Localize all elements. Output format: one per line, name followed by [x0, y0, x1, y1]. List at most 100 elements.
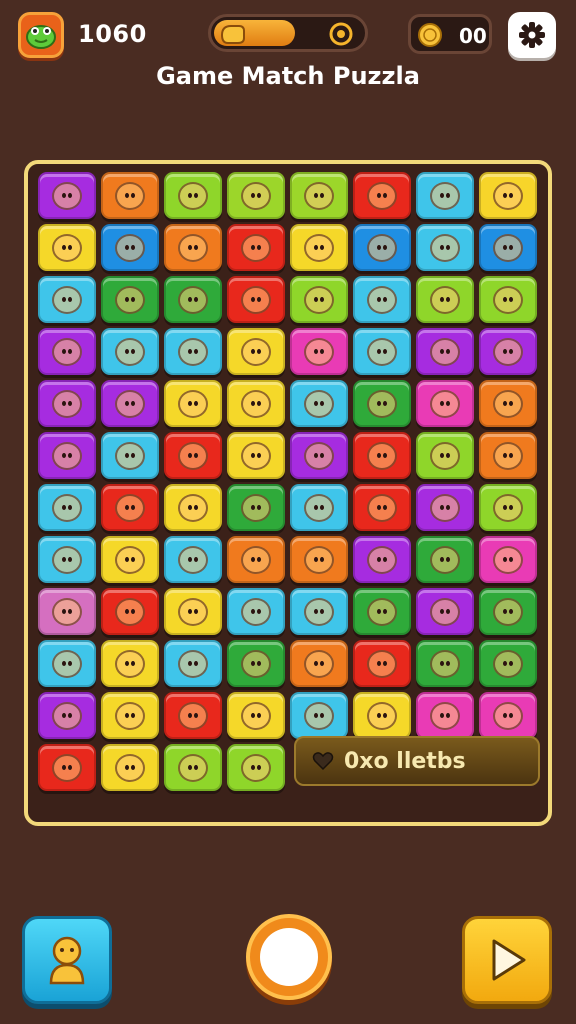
- tile-face-icon: [304, 389, 334, 418]
- game-tile[interactable]: [227, 640, 285, 687]
- game-tile[interactable]: [479, 380, 537, 427]
- game-tile[interactable]: [290, 588, 348, 635]
- game-tile[interactable]: [416, 276, 474, 323]
- game-tile[interactable]: [353, 380, 411, 427]
- game-tile[interactable]: [290, 536, 348, 583]
- game-tile[interactable]: [290, 640, 348, 687]
- game-tile[interactable]: [101, 692, 159, 739]
- game-tile[interactable]: [416, 432, 474, 479]
- game-tile[interactable]: [101, 172, 159, 219]
- game-tile[interactable]: [227, 484, 285, 531]
- game-tile[interactable]: [101, 328, 159, 375]
- game-tile[interactable]: [353, 276, 411, 323]
- game-tile[interactable]: [479, 692, 537, 739]
- game-tile[interactable]: [479, 172, 537, 219]
- game-tile[interactable]: [290, 380, 348, 427]
- game-tile[interactable]: [38, 640, 96, 687]
- game-tile[interactable]: [101, 380, 159, 427]
- game-tile[interactable]: [416, 640, 474, 687]
- game-tile[interactable]: [353, 640, 411, 687]
- game-tile[interactable]: [101, 744, 159, 791]
- game-tile[interactable]: [101, 224, 159, 271]
- game-tile[interactable]: [38, 328, 96, 375]
- game-tile[interactable]: [416, 692, 474, 739]
- game-tile[interactable]: [101, 536, 159, 583]
- game-tile[interactable]: [416, 328, 474, 375]
- game-tile[interactable]: [416, 484, 474, 531]
- character-button[interactable]: [22, 916, 112, 1004]
- game-tile[interactable]: [164, 276, 222, 323]
- game-tile[interactable]: [164, 484, 222, 531]
- game-tile[interactable]: [38, 536, 96, 583]
- game-tile[interactable]: [101, 432, 159, 479]
- game-tile[interactable]: [101, 484, 159, 531]
- game-tile[interactable]: [479, 276, 537, 323]
- game-tile[interactable]: [353, 484, 411, 531]
- game-tile[interactable]: [353, 536, 411, 583]
- game-tile[interactable]: [101, 640, 159, 687]
- game-tile[interactable]: [479, 588, 537, 635]
- game-tile[interactable]: [290, 432, 348, 479]
- game-tile[interactable]: [416, 224, 474, 271]
- game-tile[interactable]: [101, 588, 159, 635]
- game-tile[interactable]: [164, 328, 222, 375]
- game-tile[interactable]: [416, 380, 474, 427]
- game-tile[interactable]: [38, 432, 96, 479]
- game-tile[interactable]: [353, 328, 411, 375]
- game-tile[interactable]: [290, 328, 348, 375]
- game-tile[interactable]: [164, 224, 222, 271]
- game-tile[interactable]: [38, 276, 96, 323]
- game-tile[interactable]: [227, 432, 285, 479]
- game-tile[interactable]: [227, 172, 285, 219]
- game-tile[interactable]: [227, 224, 285, 271]
- game-tile[interactable]: [353, 224, 411, 271]
- game-tile[interactable]: [353, 588, 411, 635]
- game-tile[interactable]: [164, 172, 222, 219]
- game-tile[interactable]: [227, 588, 285, 635]
- game-tile[interactable]: [479, 640, 537, 687]
- game-tile[interactable]: [101, 276, 159, 323]
- game-tile[interactable]: [416, 588, 474, 635]
- game-tile[interactable]: [479, 484, 537, 531]
- player-avatar[interactable]: [18, 12, 64, 58]
- game-tile[interactable]: [164, 432, 222, 479]
- game-tile[interactable]: [227, 692, 285, 739]
- game-tile[interactable]: [38, 172, 96, 219]
- game-tile[interactable]: [227, 380, 285, 427]
- game-tile[interactable]: [38, 380, 96, 427]
- game-tile[interactable]: [164, 536, 222, 583]
- game-tile[interactable]: [164, 588, 222, 635]
- game-tile[interactable]: [164, 692, 222, 739]
- game-tile[interactable]: [290, 172, 348, 219]
- game-tile[interactable]: [227, 744, 285, 791]
- tile-face-icon: [52, 649, 82, 678]
- game-tile[interactable]: [479, 328, 537, 375]
- game-tile[interactable]: [227, 536, 285, 583]
- game-tile[interactable]: [227, 276, 285, 323]
- game-tile[interactable]: [38, 588, 96, 635]
- play-button[interactable]: [462, 916, 552, 1004]
- game-tile[interactable]: [164, 744, 222, 791]
- center-action-button[interactable]: [246, 914, 332, 1000]
- game-tile[interactable]: [479, 432, 537, 479]
- game-tile[interactable]: [38, 744, 96, 791]
- game-tile[interactable]: [290, 484, 348, 531]
- tile-face-icon: [430, 337, 460, 366]
- game-tile[interactable]: [290, 224, 348, 271]
- game-tile[interactable]: [353, 432, 411, 479]
- game-tile[interactable]: [479, 536, 537, 583]
- game-tile[interactable]: [416, 172, 474, 219]
- game-tile[interactable]: [353, 172, 411, 219]
- game-tile[interactable]: [416, 536, 474, 583]
- game-tile[interactable]: [38, 224, 96, 271]
- game-tile[interactable]: [227, 328, 285, 375]
- game-tile[interactable]: [164, 640, 222, 687]
- game-tile[interactable]: [38, 484, 96, 531]
- game-tile[interactable]: [290, 276, 348, 323]
- game-tile[interactable]: [479, 224, 537, 271]
- settings-button[interactable]: [508, 12, 556, 58]
- game-tile[interactable]: [353, 692, 411, 739]
- game-tile[interactable]: [38, 692, 96, 739]
- game-tile[interactable]: [164, 380, 222, 427]
- game-tile[interactable]: [290, 692, 348, 739]
